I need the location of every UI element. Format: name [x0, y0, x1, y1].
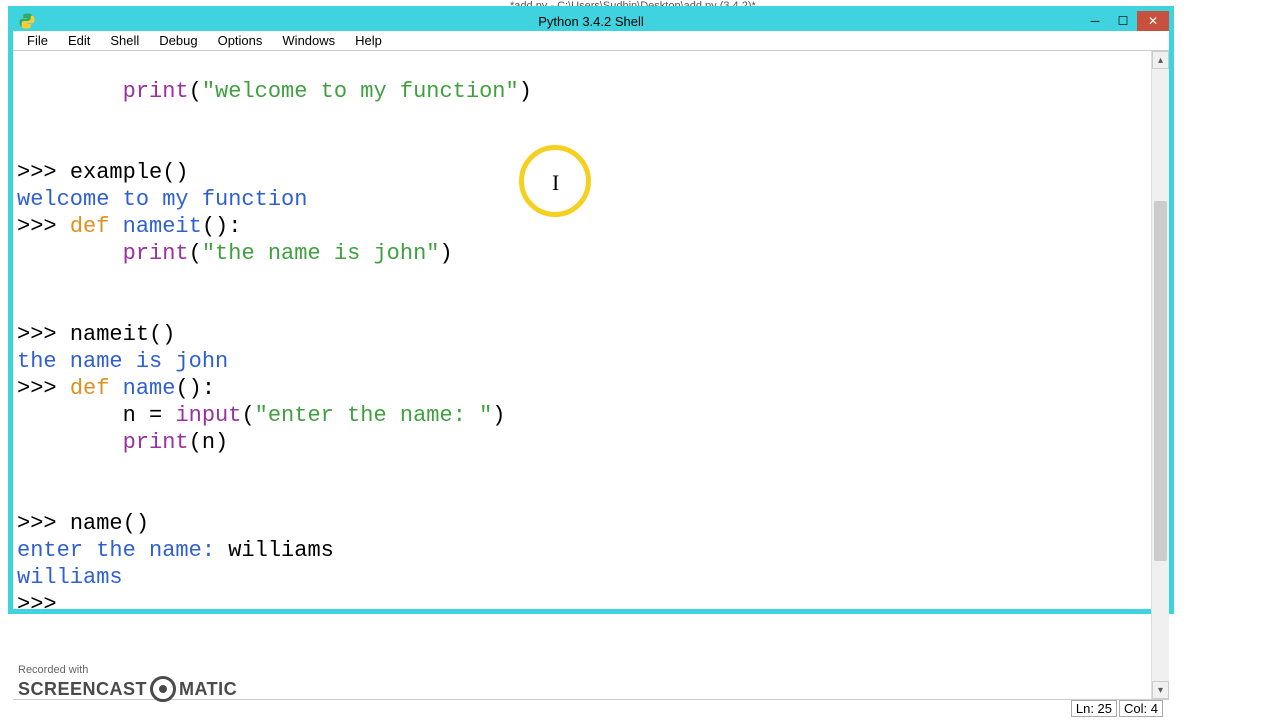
python-shell-window: Python 3.4.2 Shell ─ ☐ ✕ File Edit Shell…	[8, 6, 1174, 614]
menu-shell[interactable]: Shell	[100, 31, 149, 50]
output-line: enter the name: williams	[17, 538, 334, 563]
python-app-icon	[17, 11, 37, 31]
code-line: print(n)	[17, 430, 228, 455]
menu-file[interactable]: File	[17, 31, 58, 50]
text-cursor-icon: I	[552, 169, 559, 196]
menu-options[interactable]: Options	[208, 31, 273, 50]
menu-bar: File Edit Shell Debug Options Windows He…	[13, 31, 1169, 51]
cursor-highlight-ring	[519, 145, 591, 217]
window-title: Python 3.4.2 Shell	[538, 14, 644, 29]
minimize-button[interactable]: ─	[1081, 11, 1109, 31]
code-line: n = input("enter the name: ")	[17, 403, 506, 428]
code-line: >>> nameit()	[17, 322, 175, 347]
watermark-text-1: SCREENCAST	[18, 679, 147, 700]
code-line: >>> example()	[17, 160, 189, 185]
watermark-circle-icon	[150, 676, 176, 702]
status-line: Ln: 25	[1071, 700, 1117, 717]
code-line: >>> name()	[17, 511, 149, 536]
menu-windows[interactable]: Windows	[272, 31, 345, 50]
title-bar[interactable]: Python 3.4.2 Shell ─ ☐ ✕	[13, 11, 1169, 31]
scroll-thumb[interactable]	[1154, 201, 1167, 561]
window-controls: ─ ☐ ✕	[1081, 11, 1169, 31]
output-line: the name is john	[17, 349, 228, 374]
code-line: >>> def name():	[17, 376, 215, 401]
vertical-scrollbar[interactable]: ▴ ▾	[1151, 51, 1169, 699]
editor-area: print("welcome to my function") >>> exam…	[13, 51, 1169, 699]
code-line: >>> def nameit():	[17, 214, 241, 239]
status-col: Col: 4	[1119, 700, 1163, 717]
output-line: williams	[17, 565, 123, 590]
prompt-line: >>>	[17, 592, 70, 617]
menu-edit[interactable]: Edit	[58, 31, 100, 50]
scroll-up-button[interactable]: ▴	[1152, 51, 1169, 69]
output-line: welcome to my function	[17, 187, 307, 212]
maximize-button[interactable]: ☐	[1109, 11, 1137, 31]
code-line: print("welcome to my function")	[17, 79, 532, 104]
code-line: print("the name is john")	[17, 241, 453, 266]
menu-help[interactable]: Help	[345, 31, 392, 50]
watermark-recorded-with: Recorded with	[18, 664, 237, 676]
watermark-text-2: MATIC	[179, 679, 237, 700]
shell-editor[interactable]: print("welcome to my function") >>> exam…	[13, 51, 1151, 699]
screencast-watermark: Recorded with SCREENCAST MATIC	[18, 664, 237, 702]
scroll-down-button[interactable]: ▾	[1152, 681, 1169, 699]
close-button[interactable]: ✕	[1137, 11, 1169, 31]
menu-debug[interactable]: Debug	[149, 31, 207, 50]
